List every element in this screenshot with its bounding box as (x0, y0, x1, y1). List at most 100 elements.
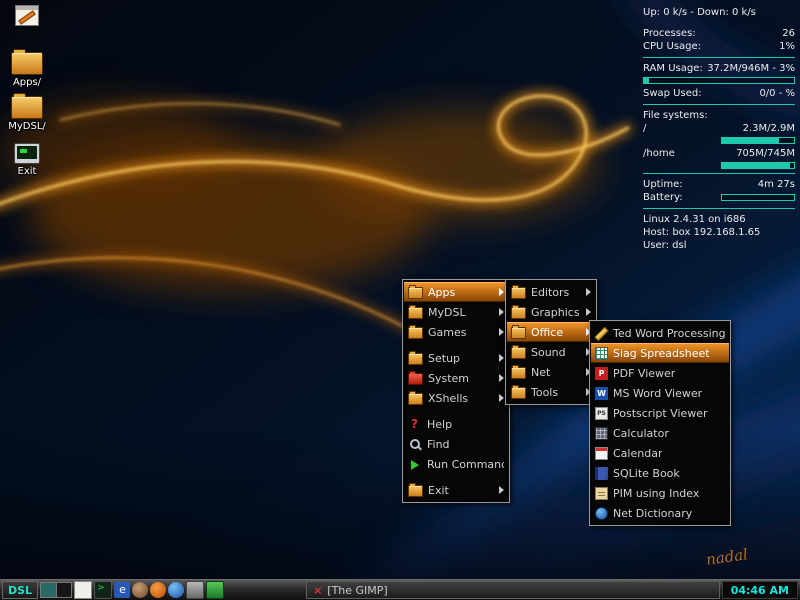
menu-item-system[interactable]: System (404, 368, 508, 388)
fs-home-fill (722, 163, 790, 168)
menu-item-label: Graphics (531, 306, 580, 319)
browser-icon[interactable] (150, 582, 166, 598)
menu-item-label: Setup (428, 352, 460, 365)
package-tool-icon[interactable] (206, 581, 224, 599)
menu-item-sqlite-book[interactable]: SQLite Book (591, 463, 729, 483)
menu-item-sound[interactable]: Sound (507, 342, 595, 362)
calculator-icon (595, 427, 608, 440)
processes-label: Processes: (643, 27, 696, 40)
book-icon (595, 467, 608, 480)
menu-item-editors[interactable]: Editors (507, 282, 595, 302)
folder-icon (408, 353, 423, 365)
submenu-arrow-icon (499, 486, 504, 494)
submenu-arrow-icon (586, 288, 591, 296)
menu-item-net-dictionary[interactable]: Net Dictionary (591, 503, 729, 523)
menu-item-ms-word-viewer[interactable]: MS Word Viewer (591, 383, 729, 403)
menu-item-run-command[interactable]: Run Command (404, 454, 508, 474)
dsl-start-button[interactable]: DSL (2, 581, 38, 599)
desktop-icon-apps[interactable]: Apps/ (0, 52, 54, 88)
desktop-icon-mydsl[interactable]: MyDSL/ (0, 96, 54, 132)
battery-label: Battery: (643, 191, 683, 204)
divider (643, 57, 795, 58)
network-globe-icon[interactable] (168, 582, 184, 598)
menu-item-label: Tools (531, 386, 558, 399)
terminal-icon[interactable] (94, 581, 112, 599)
fs-mount: /home (643, 147, 675, 160)
submenu-arrow-icon (499, 354, 504, 362)
folder-icon (511, 347, 526, 359)
postscript-icon (595, 407, 608, 420)
menu-item-label: PDF Viewer (613, 367, 675, 380)
host-line: Host: box 192.168.1.65 (643, 226, 795, 239)
menu-item-label: SQLite Book (613, 467, 680, 480)
menu-item-find[interactable]: Find (404, 434, 508, 454)
menu-item-label: PIM using Index (613, 487, 699, 500)
word-document-icon (595, 387, 608, 400)
mixer-icon[interactable] (186, 581, 204, 599)
fs-usage: 705M/745M (736, 147, 795, 160)
icon-label: MyDSL/ (0, 121, 54, 132)
edit-icon (15, 5, 39, 26)
gimp-task-button[interactable]: × [The GIMP] (306, 581, 720, 599)
workspace-1[interactable] (41, 583, 57, 597)
menu-item-xshells[interactable]: XShells (404, 388, 508, 408)
desktop-icon-exit[interactable]: Exit (0, 143, 54, 177)
menu-item-label: Net Dictionary (613, 507, 692, 520)
folder-icon (408, 307, 423, 319)
cpu-value: 1% (779, 40, 795, 53)
globe-icon (595, 507, 608, 520)
menu-item-calendar[interactable]: Calendar (591, 443, 729, 463)
document-icon[interactable] (74, 581, 92, 599)
exit-terminal-icon (14, 143, 40, 164)
office-submenu: Ted Word Processing Siag Spreadsheet PDF… (589, 320, 731, 526)
ram-usage-bar (643, 77, 795, 84)
swap-label: Swap Used: (643, 87, 702, 100)
menu-item-apps[interactable]: Apps (404, 282, 508, 302)
menu-item-siag-spreadsheet[interactable]: Siag Spreadsheet (591, 343, 729, 363)
menu-item-graphics[interactable]: Graphics (507, 302, 595, 322)
menu-item-games[interactable]: Games (404, 322, 508, 342)
ram-row: RAM Usage: 37.2M/946M - 3% (643, 62, 795, 75)
menu-item-label: Editors (531, 286, 569, 299)
menu-item-net[interactable]: Net (507, 362, 595, 382)
workspace-2[interactable] (57, 583, 72, 597)
folder-icon (408, 485, 423, 497)
file-manager-icon[interactable] (114, 582, 130, 598)
ram-value: 37.2M/946M - 3% (707, 62, 795, 75)
menu-item-pim-using-index[interactable]: PIM using Index (591, 483, 729, 503)
menu-item-label: Net (531, 366, 550, 379)
menu-item-help[interactable]: Help (404, 414, 508, 434)
folder-icon (408, 393, 423, 405)
menu-item-label: System (428, 372, 469, 385)
menu-item-label: Calendar (613, 447, 662, 460)
menu-item-office[interactable]: Office (507, 322, 595, 342)
menu-item-calculator[interactable]: Calculator (591, 423, 729, 443)
submenu-arrow-icon (499, 308, 504, 316)
menu-item-mydsl[interactable]: MyDSL (404, 302, 508, 322)
fs-usage: 2.3M/2.9M (743, 122, 795, 135)
desktop-icon-edit[interactable] (0, 5, 54, 26)
menu-item-postscript-viewer[interactable]: Postscript Viewer (591, 403, 729, 423)
fs-root-row: / 2.3M/2.9M (643, 122, 795, 135)
menu-item-exit[interactable]: Exit (404, 480, 508, 500)
menu-item-tools[interactable]: Tools (507, 382, 595, 402)
folder-icon (11, 96, 43, 119)
battery-bar (721, 194, 795, 201)
divider (643, 104, 795, 105)
pdf-icon (595, 367, 608, 380)
menu-item-setup[interactable]: Setup (404, 348, 508, 368)
uptime-value: 4m 27s (758, 178, 795, 191)
taskbar-spacer (226, 580, 304, 600)
menu-item-ted-word-processing[interactable]: Ted Word Processing (591, 323, 729, 343)
menu-item-pdf-viewer[interactable]: PDF Viewer (591, 363, 729, 383)
workspace-pager[interactable] (40, 582, 72, 598)
folder-icon (511, 387, 526, 399)
gimp-icon[interactable] (132, 582, 148, 598)
menu-item-label: Help (427, 418, 452, 431)
taskbar: DSL × [The GIMP] 04:46 AM (0, 579, 800, 600)
folder-icon (408, 287, 423, 299)
icon-label: Exit (0, 166, 54, 177)
fs-root-bar (721, 137, 795, 144)
run-arrow-icon (408, 458, 422, 471)
desktop: Apps/ MyDSL/ Exit nadal Up: 0 k/s - Down… (0, 0, 800, 600)
